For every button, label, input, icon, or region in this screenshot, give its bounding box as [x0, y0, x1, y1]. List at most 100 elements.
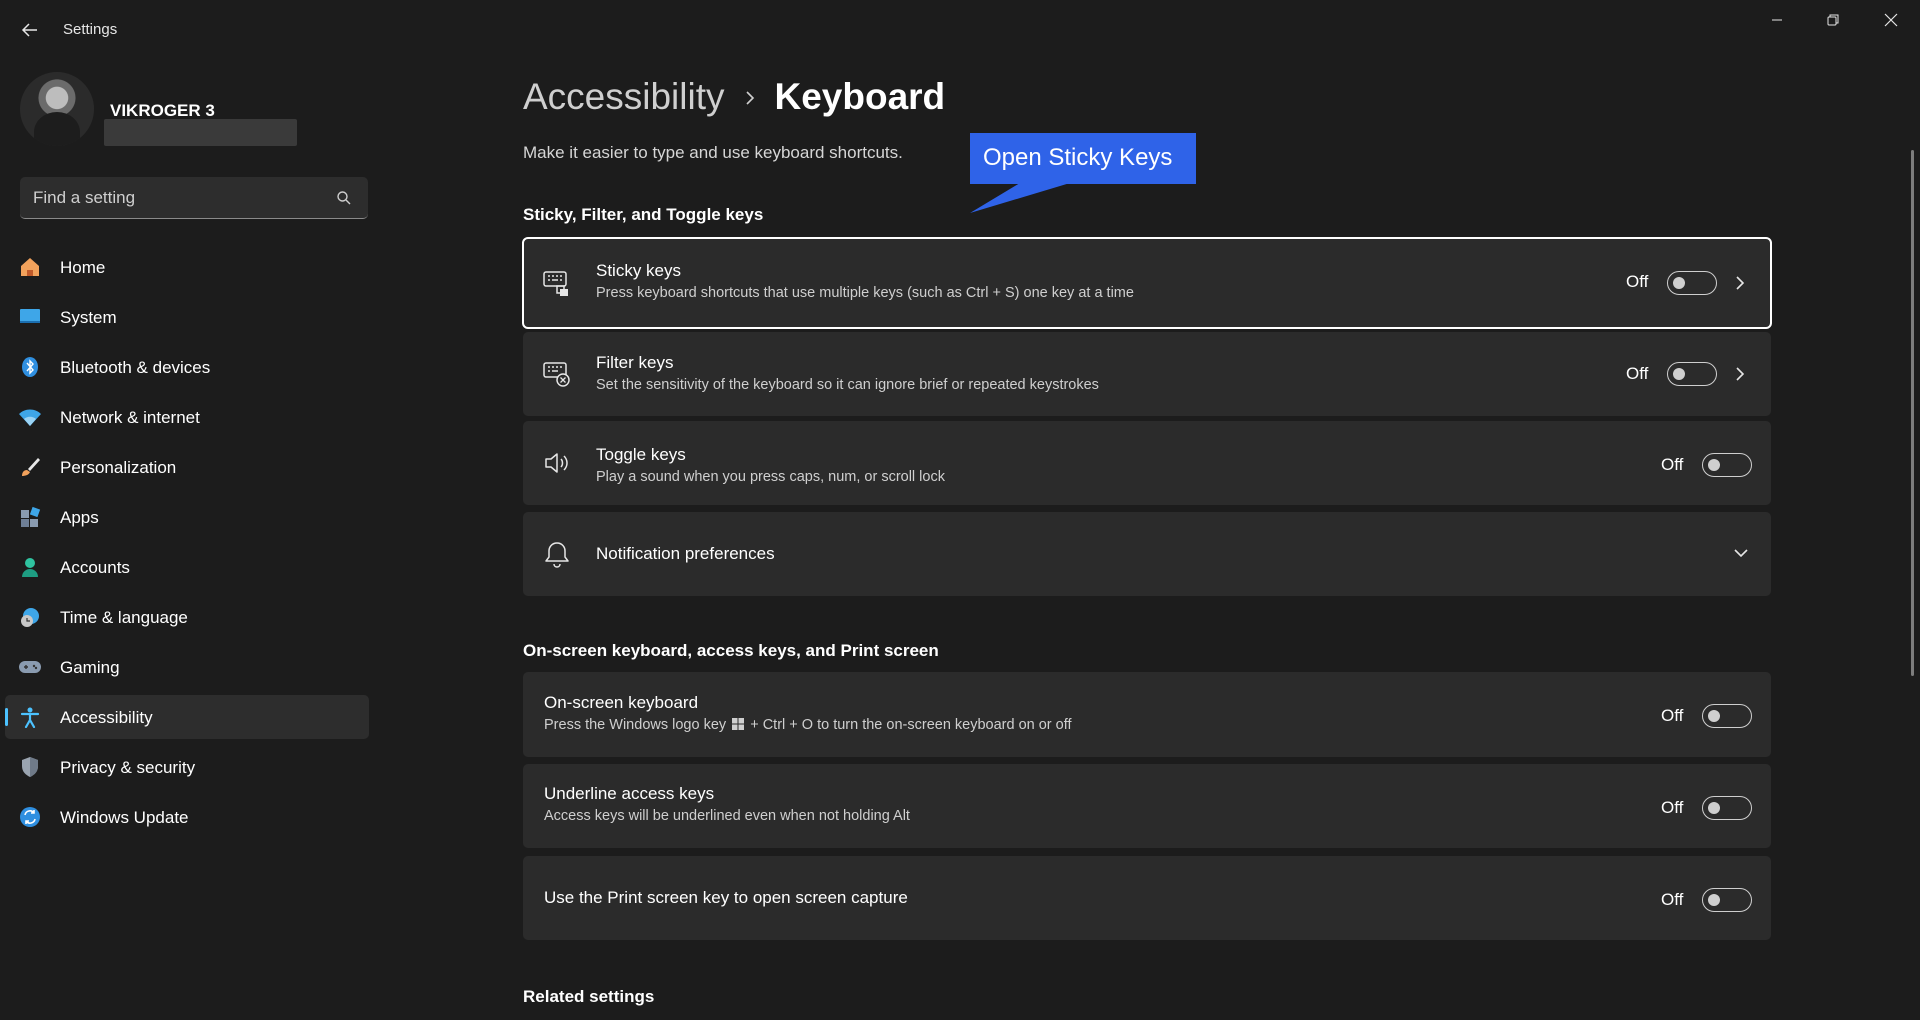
page-description: Make it easier to type and use keyboard … [523, 143, 903, 162]
time-language-icon [18, 605, 42, 629]
title-bar: Settings [0, 0, 1920, 60]
avatar [20, 72, 94, 146]
nav-list: Home System Bluetooth & devices Network … [5, 245, 369, 845]
bell-icon [543, 540, 571, 568]
sidebar-item-system[interactable]: System [5, 295, 369, 339]
sidebar-item-accessibility[interactable]: Accessibility [5, 695, 369, 739]
back-button[interactable] [18, 18, 42, 42]
card-subtitle: Press keyboard shortcuts that use multip… [596, 285, 1134, 301]
apps-icon [18, 505, 42, 529]
section-title-onscreen-keyboard: On-screen keyboard, access keys, and Pri… [523, 641, 939, 660]
sidebar-item-gaming[interactable]: Gaming [5, 645, 369, 689]
toggle-keys-toggle[interactable] [1702, 453, 1752, 477]
back-arrow-icon [21, 23, 37, 37]
on-screen-keyboard-card[interactable]: On-screen keyboard Press the Windows log… [523, 672, 1771, 757]
restore-icon [1827, 14, 1839, 26]
toggle-keys-card[interactable]: Toggle keys Play a sound when you press … [523, 421, 1771, 505]
notification-preferences-card[interactable]: Notification preferences [523, 512, 1771, 596]
sticky-keys-toggle[interactable] [1667, 271, 1717, 295]
user-profile[interactable]: VIKROGER 3 [20, 72, 380, 148]
update-icon [18, 805, 42, 829]
shield-icon [18, 755, 42, 779]
sidebar-item-label: System [60, 308, 117, 327]
sidebar-item-label: Apps [60, 508, 99, 527]
print-screen-card[interactable]: Use the Print screen key to open screen … [523, 856, 1771, 940]
sidebar: VIKROGER 3 Home System Bluetooth & devic… [0, 60, 380, 1020]
callout-label: Open Sticky Keys [970, 133, 1196, 184]
sidebar-item-label: Time & language [60, 608, 188, 627]
accessibility-icon [18, 705, 42, 729]
card-subtitle: Access keys will be underlined even when… [544, 808, 910, 824]
app-title: Settings [63, 21, 118, 38]
card-subtitle: Play a sound when you press caps, num, o… [596, 469, 945, 485]
print-screen-toggle[interactable] [1702, 888, 1752, 912]
sidebar-item-label: Gaming [60, 658, 120, 677]
card-title: On-screen keyboard [544, 693, 699, 712]
sidebar-item-apps[interactable]: Apps [5, 495, 369, 539]
toggle-keys-state: Off [1661, 455, 1684, 474]
card-subtitle: Press the Windows logo key + Ctrl + O to… [544, 717, 1072, 733]
filter-keys-toggle[interactable] [1667, 362, 1717, 386]
sidebar-item-accounts[interactable]: Accounts [5, 545, 369, 589]
filter-keys-state: Off [1626, 364, 1649, 383]
accounts-icon [18, 555, 42, 579]
underline-access-keys-state: Off [1661, 798, 1684, 817]
chevron-right-icon[interactable] [1730, 273, 1750, 293]
sidebar-item-label: Network & internet [60, 408, 200, 427]
search-box[interactable] [20, 177, 368, 219]
card-title: Notification preferences [596, 544, 775, 563]
sticky-keys-card[interactable]: Sticky keys Press keyboard shortcuts tha… [522, 237, 1772, 329]
sidebar-item-time-language[interactable]: Time & language [5, 595, 369, 639]
keyboard-sticky-icon [543, 269, 571, 297]
brush-icon [18, 455, 42, 479]
sidebar-item-home[interactable]: Home [5, 245, 369, 289]
page-title: Keyboard [774, 76, 946, 117]
underline-access-keys-toggle[interactable] [1702, 796, 1752, 820]
sidebar-item-windows-update[interactable]: Windows Update [5, 795, 369, 839]
sidebar-item-label: Windows Update [60, 808, 189, 827]
card-title: Toggle keys [596, 445, 686, 464]
scrollbar-thumb[interactable] [1911, 150, 1914, 676]
card-title: Filter keys [596, 353, 674, 372]
sidebar-item-label: Accounts [60, 558, 130, 577]
keyboard-filter-icon [543, 360, 571, 388]
card-title: Use the Print screen key to open screen … [544, 888, 908, 907]
chevron-right-icon [743, 82, 757, 113]
breadcrumb: Accessibility Keyboard [523, 72, 945, 122]
sticky-keys-state: Off [1626, 272, 1649, 291]
minimize-icon [1772, 19, 1782, 21]
underline-access-keys-card[interactable]: Underline access keys Access keys will b… [523, 764, 1771, 848]
callout-pointer [970, 183, 1070, 213]
sidebar-item-label: Bluetooth & devices [60, 358, 211, 377]
breadcrumb-parent[interactable]: Accessibility [523, 76, 725, 118]
section-title-related-settings: Related settings [523, 987, 655, 1006]
sidebar-item-label: Accessibility [60, 708, 153, 727]
sidebar-item-label: Home [60, 258, 106, 277]
section-title-sticky-filter-toggle: Sticky, Filter, and Toggle keys [523, 205, 764, 224]
sidebar-item-network[interactable]: Network & internet [5, 395, 369, 439]
bluetooth-icon [18, 355, 42, 379]
callout-text: Open Sticky Keys [983, 144, 1173, 171]
chevron-right-icon[interactable] [1730, 364, 1750, 384]
filter-keys-card[interactable]: Filter keys Set the sensitivity of the k… [523, 332, 1771, 416]
search-icon[interactable] [336, 190, 352, 206]
sidebar-item-privacy-security[interactable]: Privacy & security [5, 745, 369, 789]
restore-button[interactable] [1810, 6, 1856, 34]
on-screen-keyboard-toggle[interactable] [1702, 704, 1752, 728]
card-title: Sticky keys [596, 261, 682, 280]
close-button[interactable] [1868, 6, 1914, 34]
sidebar-item-label: Personalization [60, 458, 177, 477]
search-input[interactable] [33, 185, 323, 211]
chevron-down-icon[interactable] [1731, 543, 1751, 563]
print-screen-state: Off [1661, 890, 1684, 909]
sidebar-item-personalization[interactable]: Personalization [5, 445, 369, 489]
on-screen-keyboard-state: Off [1661, 706, 1684, 725]
card-subtitle: Set the sensitivity of the keyboard so i… [596, 377, 1099, 393]
sidebar-item-bluetooth[interactable]: Bluetooth & devices [5, 345, 369, 389]
user-email-redacted [104, 119, 297, 146]
close-icon [1884, 13, 1898, 27]
wifi-icon [18, 405, 42, 429]
sidebar-item-label: Privacy & security [60, 758, 196, 777]
minimize-button[interactable] [1754, 6, 1800, 34]
card-title: Underline access keys [544, 784, 715, 803]
